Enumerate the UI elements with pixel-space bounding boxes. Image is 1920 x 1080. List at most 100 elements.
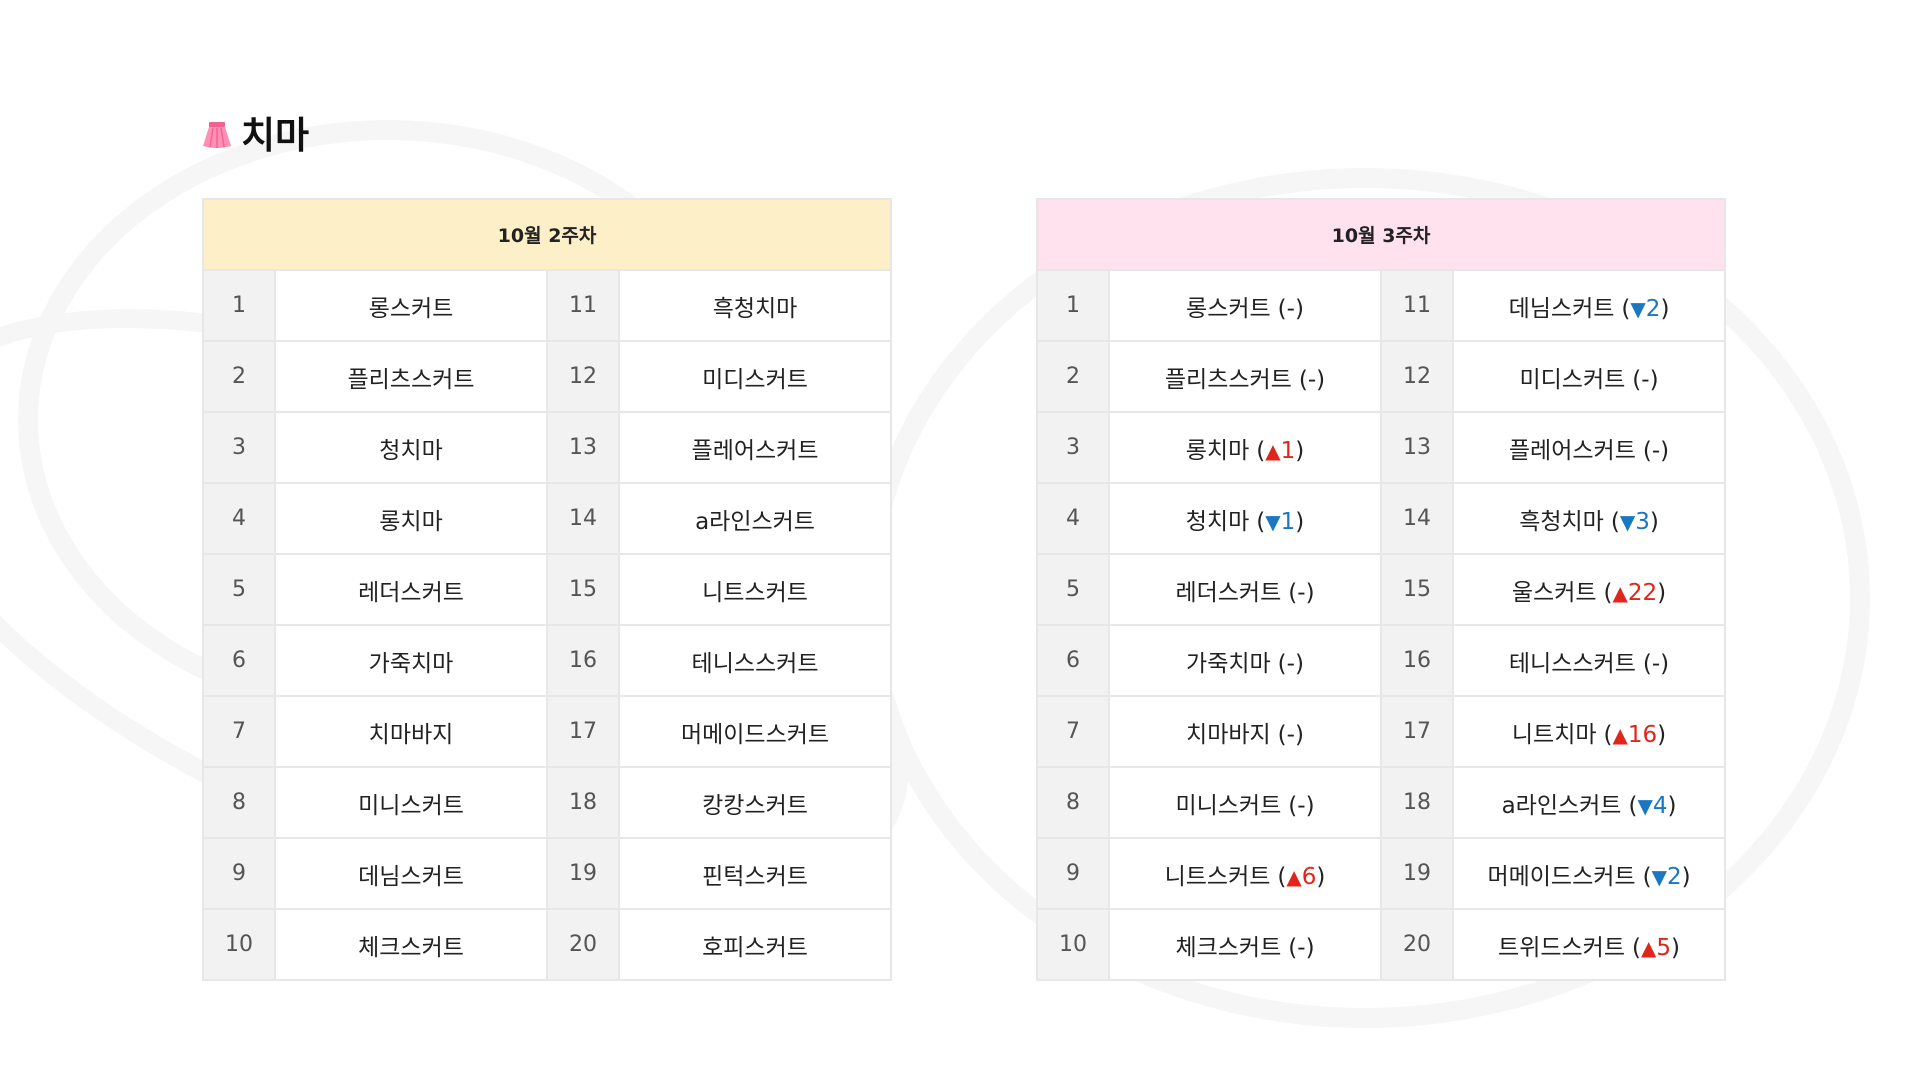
item-name: 플리츠스커트 [1164, 366, 1292, 393]
rank-change-value: 1 [1280, 508, 1296, 535]
item-name-cell: 핀턱스커트 [617, 837, 893, 910]
rank-number: 12 [546, 340, 620, 413]
table-row: 3 청치마 13 플레어스커트 [202, 411, 893, 484]
item-name-cell: 플리츠스커트 (-) [1108, 340, 1382, 413]
rank-change-value: - [1286, 295, 1295, 322]
item-name: 울스커트 [1511, 579, 1597, 606]
item-name-cell: 트위드스커트 (▲5) [1451, 908, 1727, 981]
rank-number: 2 [1036, 340, 1110, 413]
rank-change: (▼2) [1642, 863, 1691, 890]
section-heading: 치마 [202, 117, 309, 154]
item-name-cell: 체크스커트 (-) [1108, 908, 1382, 981]
rank-change: (▲6) [1277, 863, 1326, 890]
table-row: 1 롱스커트 11 흑청치마 [202, 269, 893, 342]
rank-change-value: 5 [1656, 934, 1672, 961]
rank-change-value: - [1297, 792, 1306, 819]
rank-number: 11 [546, 269, 620, 342]
rank-change: (▲16) [1603, 721, 1667, 748]
rank-number: 14 [546, 482, 620, 555]
down-triangle-icon: ▼ [1630, 296, 1646, 321]
item-name: 니트스커트 [702, 579, 808, 606]
item-name-cell: 레더스커트 (-) [1108, 553, 1382, 626]
item-name-cell: 치마바지 (-) [1108, 695, 1382, 768]
rank-number: 1 [1036, 269, 1110, 342]
item-name: 체크스커트 [358, 934, 464, 961]
item-name-cell: 미니스커트 [274, 766, 548, 839]
rank-change-value: - [1307, 366, 1317, 393]
item-name-cell: 테니스스커트 (-) [1451, 624, 1727, 697]
item-name: 롱스커트 [368, 295, 454, 322]
item-name: 니트치마 [1511, 721, 1597, 748]
rank-change: (-) [1642, 437, 1670, 464]
up-triangle-icon: ▲ [1286, 864, 1302, 889]
item-name: 플레어스커트 [1508, 437, 1636, 464]
rank-number: 16 [1380, 624, 1454, 697]
item-name: 핀턱스커트 [702, 863, 808, 890]
rank-number: 3 [202, 411, 276, 484]
item-name: a라인스커트 [695, 508, 815, 535]
rank-number: 7 [202, 695, 276, 768]
item-name-cell: 가죽치마 (-) [1108, 624, 1382, 697]
item-name: 흑청치마 [712, 295, 798, 322]
table-row: 1 롱스커트 (-) 11 데님스커트 (▼2) [1036, 269, 1727, 342]
item-name: 롱치마 [379, 508, 443, 535]
up-triangle-icon: ▲ [1640, 935, 1657, 960]
rank-change-value: - [1286, 721, 1295, 748]
rank-change: (-) [1277, 295, 1304, 322]
rank-number: 1 [202, 269, 276, 342]
item-name-cell: 플레어스커트 (-) [1451, 411, 1727, 484]
table-row: 2 플리츠스커트 (-) 12 미디스커트 (-) [1036, 340, 1727, 413]
rank-change: (-) [1288, 934, 1315, 961]
rank-number: 15 [546, 553, 620, 626]
table-row: 5 레더스커트 (-) 15 울스커트 (▲22) [1036, 553, 1727, 626]
table-row: 4 청치마 (▼1) 14 흑청치마 (▼3) [1036, 482, 1727, 555]
item-name: 머메이드스커트 [680, 721, 830, 748]
rank-change: (▼1) [1256, 508, 1305, 535]
item-name-cell: 흑청치마 [617, 269, 893, 342]
item-name: 플리츠스커트 [347, 366, 475, 393]
item-name: a라인스커트 [1501, 792, 1622, 819]
page-title: 치마 [241, 114, 310, 157]
rank-number: 18 [1380, 766, 1454, 839]
rank-number: 18 [546, 766, 620, 839]
item-name-cell: a라인스커트 (▼4) [1451, 766, 1727, 839]
item-name: 플레어스커트 [691, 437, 819, 464]
rank-change-value: - [1651, 650, 1661, 677]
rank-number: 6 [202, 624, 276, 697]
table-row: 2 플리츠스커트 12 미디스커트 [202, 340, 893, 413]
rank-change-value: 22 [1627, 579, 1658, 606]
rank-change: (-) [1288, 579, 1315, 606]
rank-change: (▲22) [1603, 579, 1667, 606]
item-name: 미니스커트 [358, 792, 464, 819]
rank-number: 10 [1036, 908, 1110, 981]
item-name-cell: 청치마 (▼1) [1108, 482, 1382, 555]
item-name-cell: 치마바지 [274, 695, 548, 768]
item-name-cell: 미디스커트 (-) [1451, 340, 1727, 413]
rank-number: 5 [1036, 553, 1110, 626]
rank-change: (-) [1298, 366, 1326, 393]
table-row: 4 롱치마 14 a라인스커트 [202, 482, 893, 555]
rank-change-value: 2 [1645, 295, 1661, 322]
item-name-cell: 미디스커트 [617, 340, 893, 413]
item-name: 체크스커트 [1175, 934, 1282, 961]
item-name: 치마바지 [1186, 721, 1271, 748]
item-name-cell: 플리츠스커트 [274, 340, 548, 413]
ranking-table-week2: 10월 2주차 1 롱스커트 11 흑청치마 2 플리츠스커트 12 미디스커트 3 청치마 13 플… [201, 198, 893, 981]
skirt-icon [203, 121, 231, 148]
item-name-cell: 머메이드스커트 [617, 695, 893, 768]
rank-change-value: 4 [1652, 792, 1668, 819]
rank-number: 17 [546, 695, 620, 768]
rank-number: 15 [1380, 553, 1454, 626]
item-name-cell: 머메이드스커트 (▼2) [1451, 837, 1727, 910]
item-name: 테니스스커트 [1508, 650, 1636, 677]
item-name-cell: 호피스커트 [617, 908, 893, 981]
rank-number: 6 [1036, 624, 1110, 697]
item-name: 니트스커트 [1164, 863, 1271, 890]
down-triangle-icon: ▼ [1619, 509, 1636, 534]
rank-change-value: 6 [1301, 863, 1317, 890]
item-name: 캉캉스커트 [702, 792, 808, 819]
item-name: 흑청치마 [1519, 508, 1604, 535]
table-row: 9 니트스커트 (▲6) 19 머메이드스커트 (▼2) [1036, 837, 1727, 910]
rank-change: (▼4) [1628, 792, 1677, 819]
rank-change-value: - [1286, 650, 1295, 677]
